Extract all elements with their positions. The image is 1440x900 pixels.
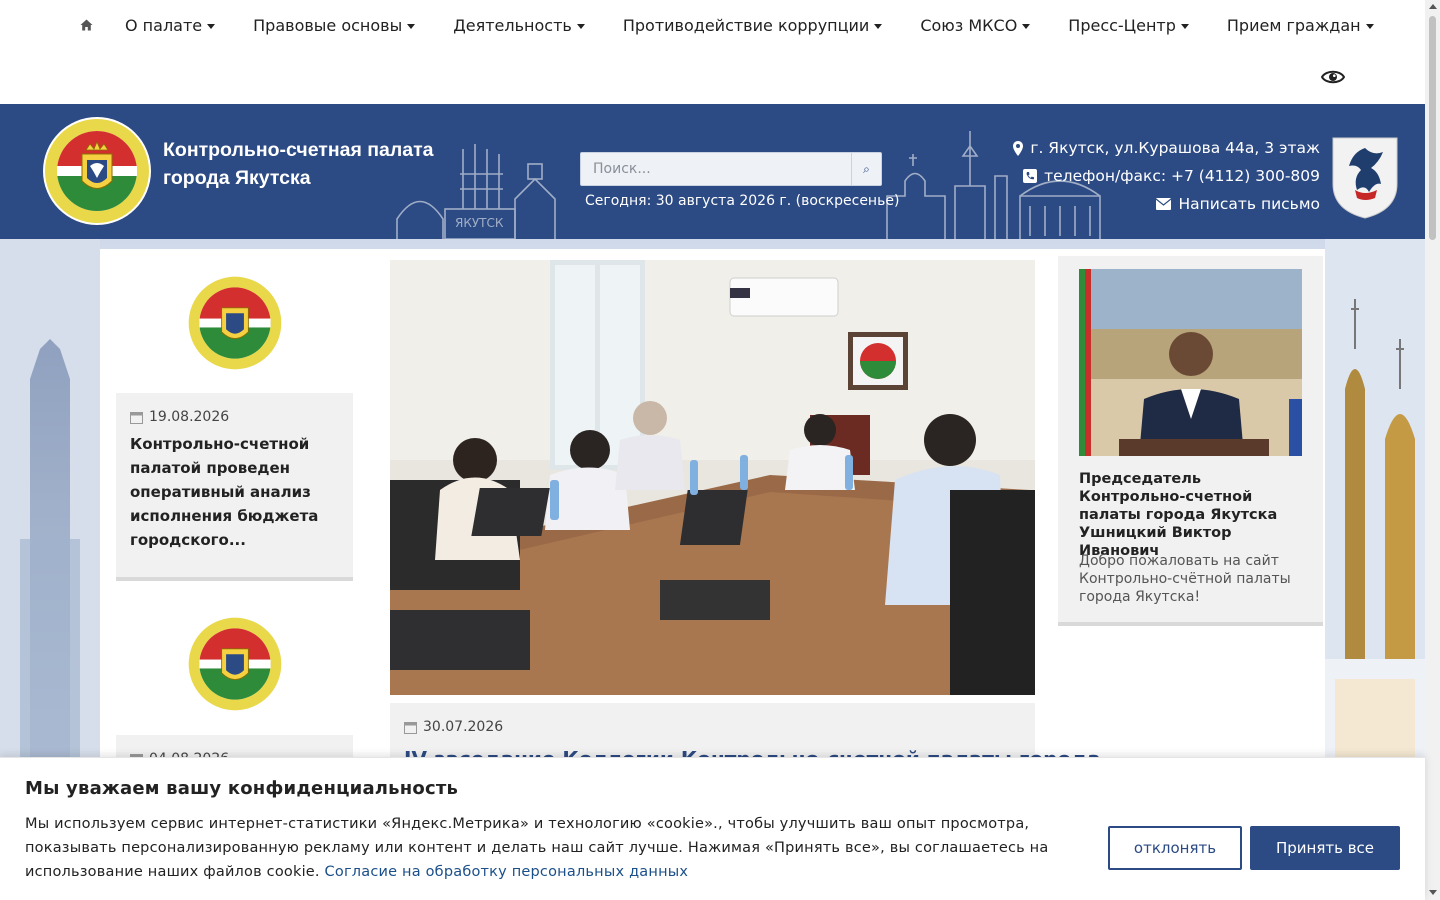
news-title[interactable]: Контрольно-счетной палатой проведен опер… <box>130 432 339 552</box>
nav-item-reception[interactable]: Прием граждан <box>1208 0 1393 50</box>
chevron-down-icon <box>1365 23 1374 29</box>
cookie-consent-banner: Мы уважаем вашу конфиденциальность Мы ис… <box>0 757 1425 900</box>
chevron-down-icon <box>576 23 585 29</box>
search-input[interactable] <box>581 153 851 185</box>
chevron-down-icon <box>1022 23 1031 29</box>
page-scrollbar[interactable] <box>1425 0 1440 900</box>
chevron-down-icon <box>1180 23 1189 29</box>
cookie-text: Мы используем сервис интернет-статистики… <box>25 812 1085 884</box>
search-button[interactable]: ⌕ <box>851 153 881 185</box>
eye-icon[interactable] <box>1320 67 1346 87</box>
today-date: Сегодня: 30 августа 2026 г. (воскресенье… <box>585 193 900 209</box>
phone-text: телефон/факс: +7 (4112) 300-809 <box>1044 167 1320 185</box>
map-marker-icon <box>1013 140 1024 156</box>
featured-news-photo[interactable] <box>390 260 1035 695</box>
news-logo[interactable] <box>186 274 284 372</box>
news-card[interactable]: 19.08.2026 Контрольно-счетной палатой пр… <box>116 393 353 581</box>
nav-item-press[interactable]: Пресс-Центр <box>1049 0 1208 50</box>
envelope-icon <box>1156 198 1172 210</box>
chairman-photo <box>1079 269 1302 456</box>
site-header: ЯКУТСК Контрольно-счетная палата города … <box>0 104 1425 239</box>
news-logo[interactable] <box>186 615 284 713</box>
calendar-icon <box>130 411 143 424</box>
write-letter-link[interactable]: Написать письмо <box>1178 195 1320 213</box>
main-menu: О палате Правовые основы Деятельность Пр… <box>66 0 1393 50</box>
nav-item-legal[interactable]: Правовые основы <box>234 0 434 50</box>
chairman-card: Председатель Контрольно-счетной палаты г… <box>1058 256 1323 626</box>
svg-text:ЯКУТСК: ЯКУТСК <box>455 216 504 230</box>
scroll-up-arrow-icon[interactable] <box>1429 4 1437 9</box>
search-box: ⌕ <box>580 152 882 186</box>
accept-all-button[interactable]: Принять все <box>1250 826 1400 870</box>
address-text: г. Якутск, ул.Курашова 44а, 3 этаж <box>1030 139 1320 157</box>
nav-item-anticorruption[interactable]: Противодействие коррупции <box>604 0 901 50</box>
site-title[interactable]: Контрольно-счетная палата города Якутска <box>163 136 463 192</box>
privacy-consent-link[interactable]: Согласие на обработку персональных данны… <box>325 864 689 880</box>
nav-item-mkso[interactable]: Союз МКСО <box>901 0 1049 50</box>
write-letter-row[interactable]: Написать письмо <box>1013 190 1320 218</box>
chevron-down-icon <box>874 23 883 29</box>
phone-row: телефон/факс: +7 (4112) 300-809 <box>1013 162 1320 190</box>
chevron-down-icon <box>407 23 416 29</box>
home-icon[interactable] <box>66 0 106 50</box>
chairman-greeting: Добро пожаловать на сайт Контрольно-счёт… <box>1079 553 1291 605</box>
search-icon: ⌕ <box>863 161 870 176</box>
phone-icon <box>1023 169 1038 183</box>
calendar-icon <box>404 721 417 734</box>
scroll-down-arrow-icon[interactable] <box>1429 890 1437 895</box>
scroll-thumb[interactable] <box>1429 16 1436 240</box>
nav-item-about[interactable]: О палате <box>106 0 234 50</box>
city-coat-of-arms <box>1331 134 1399 220</box>
top-navigation: О палате Правовые основы Деятельность Пр… <box>0 0 1425 104</box>
nav-item-activity[interactable]: Деятельность <box>434 0 604 50</box>
site-logo[interactable] <box>42 116 152 226</box>
featured-news-date: 30.07.2026 <box>404 719 503 735</box>
chairman-name[interactable]: Председатель Контрольно-счетной палаты г… <box>1079 470 1309 560</box>
featured-news-card[interactable]: 30.07.2026 IV заседание Коллегии Контрол… <box>390 703 1101 771</box>
decline-button[interactable]: отклонять <box>1108 826 1242 870</box>
chevron-down-icon <box>207 23 216 29</box>
address-row: г. Якутск, ул.Курашова 44а, 3 этаж <box>1013 134 1320 162</box>
cookie-title: Мы уважаем вашу конфиденциальность <box>25 778 459 799</box>
contacts: г. Якутск, ул.Курашова 44а, 3 этаж телеф… <box>1013 134 1320 218</box>
news-date: 19.08.2026 <box>130 409 339 425</box>
